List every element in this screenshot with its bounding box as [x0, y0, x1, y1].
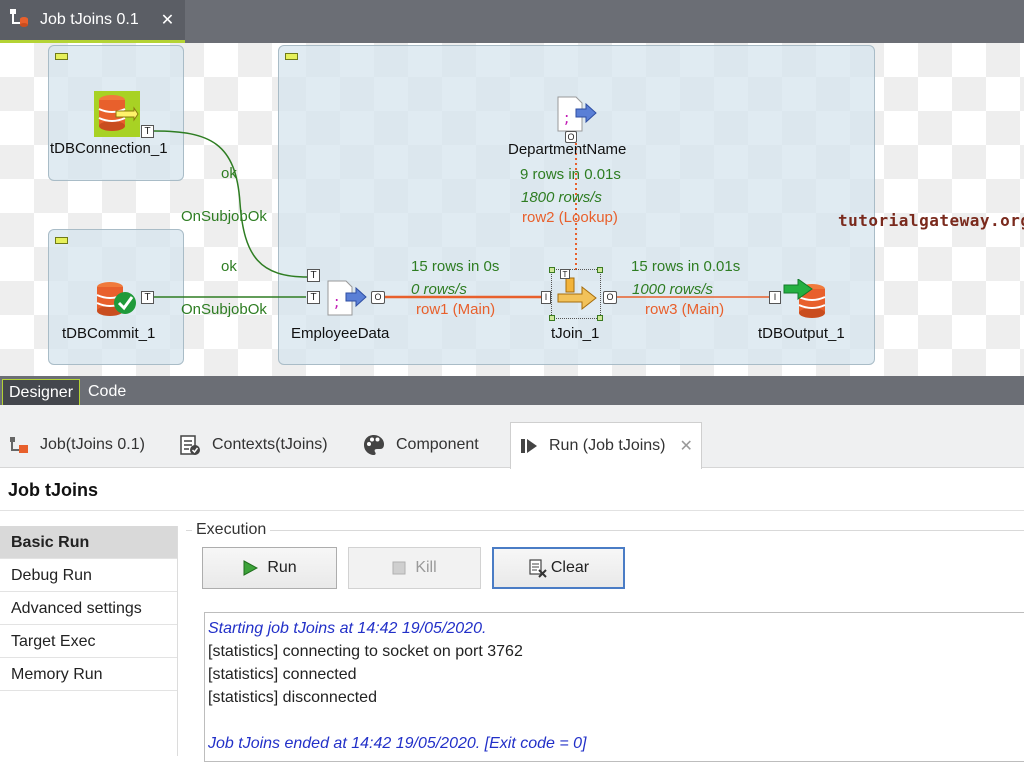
db-commit-icon[interactable] — [95, 281, 139, 321]
svg-text:;: ; — [564, 108, 569, 127]
row3-label: row3 (Main) — [645, 301, 725, 318]
tab-designer[interactable]: Designer — [2, 379, 81, 405]
execution-group-title: Execution — [192, 521, 271, 539]
editor-tab-label: Job tJoins 0.1 — [40, 11, 139, 28]
editor-tab-job[interactable]: Job tJoins 0.1 ✕ — [0, 0, 185, 43]
tab-component[interactable]: Component — [362, 422, 479, 468]
clear-button[interactable]: Clear — [492, 547, 625, 589]
close-icon[interactable]: ✕ — [680, 436, 693, 456]
panel-tab-bar: Job(tJoins 0.1) Contexts(tJoins) Compone… — [0, 422, 1024, 469]
tab-contexts-label: Contexts(tJoins) — [212, 436, 328, 453]
component-label-join: tJoin_1 — [551, 325, 600, 342]
tab-run-label: Run (Job tJoins) — [549, 437, 666, 454]
svg-text:;: ; — [334, 292, 339, 311]
run-menu-memory-run[interactable]: Memory Run — [0, 658, 177, 691]
link-label-ok-bottom: ok — [221, 258, 237, 275]
tab-component-label: Component — [396, 436, 479, 453]
component-label-department: DepartmentName — [508, 141, 627, 158]
close-icon[interactable]: ✕ — [161, 10, 174, 30]
resize-handle[interactable] — [549, 267, 555, 273]
trigger-port-icon[interactable]: T — [307, 291, 320, 304]
console-line: [statistics] connected — [208, 666, 357, 683]
run-button[interactable]: Run — [202, 547, 337, 589]
file-input-icon-employee[interactable]: ; — [326, 279, 370, 323]
input-port-icon[interactable]: I — [541, 291, 551, 304]
run-menu-target-exec[interactable]: Target Exec — [0, 625, 177, 658]
row1-rate: 0 rows/s — [411, 281, 467, 298]
row2-rate: 1800 rows/s — [521, 189, 602, 206]
console-line: [statistics] connecting to socket on por… — [208, 643, 523, 660]
row2-label: row2 (Lookup) — [522, 209, 618, 226]
watermark-text: tutorialgateway.org — [838, 211, 1024, 230]
row3-stats: 15 rows in 0.01s — [631, 258, 741, 275]
run-panel-title: Job tJoins — [8, 480, 99, 500]
db-connection-icon[interactable] — [94, 91, 140, 141]
clear-button-label: Clear — [550, 559, 590, 576]
tab-job-label: Job(tJoins 0.1) — [40, 436, 145, 453]
console-line: [statistics] disconnected — [208, 689, 377, 706]
run-menu-advanced-settings[interactable]: Advanced settings — [0, 592, 177, 625]
run-button-label: Run — [267, 559, 297, 576]
kill-button[interactable]: Kill — [348, 547, 481, 589]
row1-label: row1 (Main) — [416, 301, 496, 318]
component-label-output: tDBOutput_1 — [758, 325, 845, 342]
onsubjobok-link-top[interactable] — [153, 130, 309, 278]
job-icon — [8, 435, 30, 455]
stop-icon — [392, 561, 406, 575]
run-job-icon — [519, 436, 539, 456]
contexts-icon — [178, 433, 202, 457]
palette-icon — [362, 433, 386, 457]
component-label-employee: EmployeeData — [291, 325, 390, 342]
view-tab-bar: Designer Code — [0, 376, 1024, 405]
panel-gap — [0, 405, 1024, 422]
run-mode-menu: Basic Run Debug Run Advanced settings Ta… — [0, 526, 178, 756]
trigger-port-icon[interactable]: T — [307, 269, 320, 282]
output-port-icon[interactable]: O — [371, 291, 385, 304]
component-label-commit: tDBCommit_1 — [62, 325, 156, 342]
input-port-icon[interactable]: I — [769, 291, 781, 304]
trigger-port-icon[interactable]: T — [141, 291, 154, 304]
output-port-icon[interactable]: O — [603, 291, 617, 304]
divider — [0, 510, 1024, 511]
resize-handle[interactable] — [597, 315, 603, 321]
resize-handle[interactable] — [597, 267, 603, 273]
resize-handle[interactable] — [549, 315, 555, 321]
trigger-port-icon[interactable]: T — [560, 269, 570, 279]
tjoin-selection[interactable] — [551, 269, 601, 319]
row3-rate: 1000 rows/s — [632, 281, 713, 298]
designer-canvas[interactable]: T tDBConnection_1 T tDBCommit_1 ; O Depa… — [0, 43, 1024, 376]
row2-stats: 9 rows in 0.01s — [520, 166, 621, 183]
clear-console-icon — [528, 558, 548, 578]
link-label-onsubjobok-bottom: OnSubjobOk — [181, 301, 267, 318]
console-line: Job tJoins ended at 14:42 19/05/2020. [E… — [208, 735, 587, 752]
component-label-connection: tDBConnection_1 — [50, 140, 168, 157]
tab-job[interactable]: Job(tJoins 0.1) — [8, 422, 145, 468]
db-output-icon[interactable] — [782, 278, 830, 323]
console-line: Starting job tJoins at 14:42 19/05/2020. — [208, 620, 487, 637]
editor-tab-bar: Job tJoins 0.1 ✕ — [0, 0, 1024, 43]
tab-run[interactable]: Run (Job tJoins) ✕ — [510, 422, 702, 469]
play-icon — [242, 560, 259, 576]
kill-button-label: Kill — [415, 559, 437, 576]
trigger-port-icon[interactable]: T — [141, 125, 154, 138]
run-menu-debug-run[interactable]: Debug Run — [0, 559, 177, 592]
file-input-icon-department[interactable]: ; — [556, 95, 600, 139]
tab-contexts[interactable]: Contexts(tJoins) — [178, 422, 328, 468]
row1-stats: 15 rows in 0s — [411, 258, 500, 275]
tab-code[interactable]: Code — [82, 379, 132, 405]
console-output[interactable]: Starting job tJoins at 14:42 19/05/2020.… — [204, 612, 1024, 762]
link-label-onsubjobok-top: OnSubjobOk — [181, 208, 267, 225]
execution-group-border — [186, 530, 1024, 531]
link-label-ok-top: ok — [221, 165, 237, 182]
run-menu-basic-run[interactable]: Basic Run — [0, 526, 177, 559]
job-icon — [8, 7, 30, 33]
